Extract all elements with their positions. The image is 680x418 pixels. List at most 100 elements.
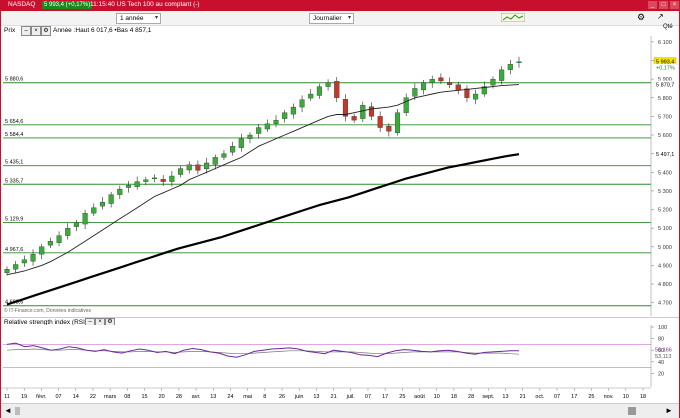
chevron-down-icon: ▾	[154, 15, 158, 21]
price-tick-label: 6 100	[658, 40, 672, 46]
date-tick-label: 17	[382, 394, 388, 400]
minimize-button[interactable]: _	[648, 1, 657, 9]
scroll-right-icon[interactable]: ►	[665, 406, 673, 415]
scroll-bar[interactable]: ◄ ►	[1, 403, 679, 418]
date-tick-label: 13	[502, 394, 508, 400]
candle-body	[421, 82, 427, 91]
chart-legend-row: Prix – × ⚙ Année :Haut 6 017,6 •Bas 4 85…	[1, 24, 679, 36]
date-tick-label: 22	[90, 394, 96, 400]
date-tick-label: 24	[227, 394, 233, 400]
price-tick-label: 5 400	[658, 170, 672, 176]
candle-body	[30, 254, 36, 262]
price-chart[interactable]: 6 1006 0005 9005 8005 7005 6005 5005 400…	[1, 36, 679, 316]
candle-body	[117, 188, 123, 195]
rsi-tick-label: 20	[658, 371, 664, 377]
candle-body	[507, 64, 513, 70]
candle-body	[308, 93, 314, 99]
candle-body	[169, 175, 175, 182]
date-tick-label: 8	[263, 394, 266, 400]
period-select[interactable]: 1 année ▾	[116, 13, 161, 24]
price-summary: Année :Haut 6 017,6 •Bas 4 857,1	[53, 27, 152, 34]
candle-body	[247, 134, 253, 139]
date-tick-label: sept.	[482, 394, 494, 400]
price-tick-label: 4 900	[658, 263, 672, 269]
rsi-value-tag: 59,166	[655, 348, 672, 354]
scroll-thumb[interactable]	[628, 407, 636, 415]
rsi-chart[interactable]: 1008060402059,16653,113	[1, 325, 679, 387]
price-tick-label: 4 800	[658, 282, 672, 288]
level-label: 5 129,9	[5, 217, 23, 223]
close-button[interactable]: ×	[670, 1, 679, 9]
chart-window: 1 année ▾ Journalier ▾ ⚙ ↗ Prix – × ⚙ An…	[1, 11, 679, 418]
candle-body	[464, 88, 470, 98]
ma50-price-tag: 5 870,7	[656, 83, 674, 89]
chevron-down-icon: ▾	[347, 15, 351, 21]
date-tick-label: 18	[640, 394, 646, 400]
date-tick-label: 13	[210, 394, 216, 400]
candle-body	[455, 84, 461, 91]
chart-type-icon[interactable]	[501, 13, 525, 22]
date-tick-label: 28	[176, 394, 182, 400]
date-tick-label: 15	[141, 394, 147, 400]
date-tick-label: 25	[588, 394, 594, 400]
candle-body	[99, 201, 105, 207]
gear-icon[interactable]: ⚙	[41, 26, 51, 36]
date-tick-label: 08	[124, 394, 130, 400]
candle-body	[368, 106, 375, 117]
level-label: 4 967,6	[5, 247, 23, 253]
rsi-tick-label: 80	[658, 337, 664, 343]
date-tick-label: 13	[313, 394, 319, 400]
close-icon[interactable]: ×	[31, 26, 41, 36]
candle-body	[134, 181, 140, 187]
price-tick-label: 5 800	[658, 96, 672, 102]
candle-body	[499, 69, 505, 81]
candle-body	[412, 88, 418, 97]
candle-body	[125, 185, 132, 188]
candle-body	[82, 213, 88, 225]
candle-body	[325, 82, 331, 87]
window-subtitle: 11:15:40 US Tech 100 au comptant (-)	[90, 1, 200, 8]
candle-body	[360, 105, 366, 119]
candle-body	[438, 77, 444, 82]
date-tick-label: 25	[399, 394, 405, 400]
candle-body	[65, 228, 71, 236]
settings-icon[interactable]: ⚙	[637, 12, 645, 23]
candle-body	[204, 162, 210, 170]
date-tick-label: mai	[243, 394, 252, 400]
change-tag: +0,17%	[656, 66, 675, 72]
price-label: Prix	[4, 27, 16, 34]
price-tick-label: 5 000	[658, 245, 672, 251]
candle-body	[56, 235, 62, 243]
candle-body	[39, 246, 45, 255]
candle-body	[151, 177, 158, 180]
interval-select[interactable]: Journalier ▾	[309, 13, 354, 24]
level-label: 5 654,6	[5, 119, 23, 125]
date-tick-label: 19	[21, 394, 27, 400]
maximize-button[interactable]: □	[659, 1, 668, 9]
period-value: 1 année	[120, 15, 144, 22]
price-tick-label: 5 700	[658, 114, 672, 120]
date-tick-label: nov.	[604, 394, 614, 400]
date-tick-label: 26	[279, 394, 285, 400]
date-tick-label: 28	[468, 394, 474, 400]
scroll-left-icon[interactable]: ◄	[4, 406, 12, 415]
rsi-value-tag: 53,113	[655, 354, 671, 360]
candle-body	[47, 241, 53, 246]
date-tick-label: oct.	[535, 394, 544, 400]
candle-body	[212, 157, 218, 165]
candle-body	[160, 179, 166, 182]
candle-body	[447, 82, 453, 85]
scroll-thumb[interactable]	[15, 407, 20, 415]
candle-body	[403, 97, 409, 113]
collapse-icon[interactable]: –	[21, 26, 31, 36]
candle-body	[21, 259, 27, 264]
ma200-price-tag: 5 497,1	[656, 152, 674, 158]
window-titlebar: NASDAQ 5 993,4 (+0,17%) 11:15:40 US Tech…	[0, 0, 680, 11]
date-tick-label: févr.	[36, 394, 47, 400]
date-tick-label: 07	[554, 394, 560, 400]
price-tick-label: 5 300	[658, 189, 672, 195]
candle-body	[238, 138, 244, 148]
detach-icon[interactable]: ↗	[657, 12, 664, 21]
candle-body	[143, 179, 149, 182]
date-tick-label: 17	[571, 394, 577, 400]
